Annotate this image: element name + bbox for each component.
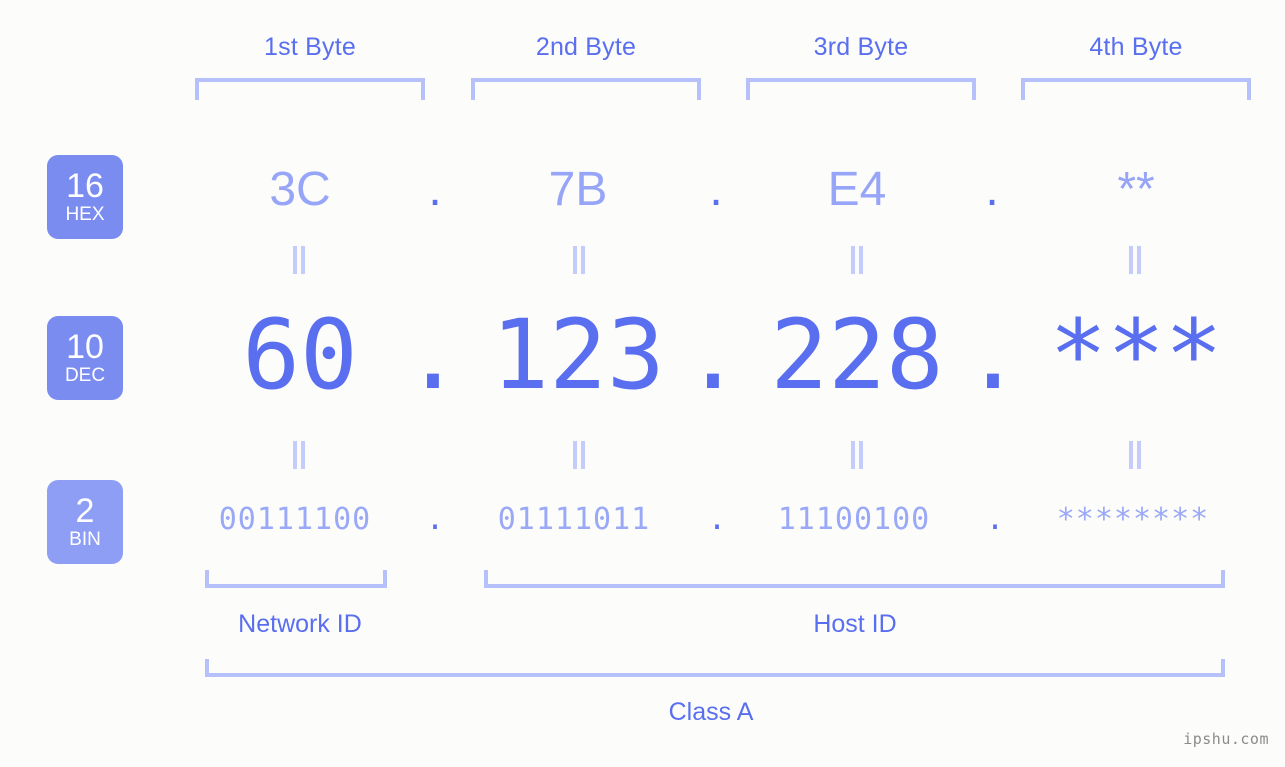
decimal-byte-4: *** [1049, 299, 1223, 411]
class-bracket [205, 659, 1225, 677]
byte-header-row: 1st Byte 2nd Byte 3rd Byte 4th Byte [0, 33, 1285, 103]
hex-byte-3: E4 [827, 163, 887, 216]
byte-header-label-3: 3rd Byte [813, 33, 909, 61]
hex-byte-4: ** [1117, 163, 1155, 216]
equals-icon-6 [573, 441, 587, 469]
binary-byte-2: 01111011 [497, 502, 651, 537]
byte-bracket-3 [746, 78, 976, 100]
hex-value-row: 3C . 7B . E4 . ** [0, 150, 1285, 230]
network-id-label: Network ID [238, 610, 362, 638]
binary-value-row: 00111100 . 01111011 . 11100100 . *******… [0, 490, 1285, 550]
hex-separator-1: . [428, 163, 442, 216]
byte-header-label-1: 1st Byte [264, 33, 356, 61]
hex-byte-1: 3C [269, 163, 331, 216]
byte-bracket-2 [471, 78, 701, 100]
byte-column-4: 4th Byte [1021, 33, 1251, 100]
byte-column-1: 1st Byte [195, 33, 425, 100]
equals-icon-7 [851, 441, 865, 469]
equals-icon-3 [851, 246, 865, 274]
hex-separator-2: . [709, 163, 723, 216]
decimal-byte-1: 60 [242, 299, 358, 411]
binary-byte-4: ******** [1056, 502, 1210, 537]
network-id-bracket [205, 570, 387, 588]
equals-icon-8 [1129, 441, 1143, 469]
equals-row-hex-dec [0, 246, 1285, 276]
equals-icon-2 [573, 246, 587, 274]
ip-address-breakdown-diagram: 1st Byte 2nd Byte 3rd Byte 4th Byte 16 H… [0, 0, 1285, 767]
equals-icon-5 [293, 441, 307, 469]
equals-row-dec-bin [0, 441, 1285, 471]
byte-column-3: 3rd Byte [746, 33, 976, 100]
equals-icon-4 [1129, 246, 1143, 274]
decimal-value-row: 60 . 123 . 228 . *** [0, 295, 1285, 415]
byte-bracket-1 [195, 78, 425, 100]
decimal-byte-2: 123 [491, 299, 665, 411]
byte-column-2: 2nd Byte [471, 33, 701, 100]
byte-header-label-4: 4th Byte [1089, 33, 1183, 61]
hex-separator-3: . [985, 163, 999, 216]
binary-byte-3: 11100100 [777, 502, 931, 537]
host-id-label: Host ID [813, 610, 897, 638]
class-label: Class A [668, 698, 754, 726]
hex-byte-2: 7B [548, 163, 608, 216]
host-id-bracket [484, 570, 1225, 588]
equals-icon-1 [293, 246, 307, 274]
binary-byte-1: 00111100 [218, 502, 372, 537]
site-watermark: ipshu.com [1183, 730, 1269, 748]
byte-header-label-2: 2nd Byte [535, 33, 637, 61]
byte-bracket-4 [1021, 78, 1251, 100]
decimal-byte-3: 228 [770, 299, 944, 411]
